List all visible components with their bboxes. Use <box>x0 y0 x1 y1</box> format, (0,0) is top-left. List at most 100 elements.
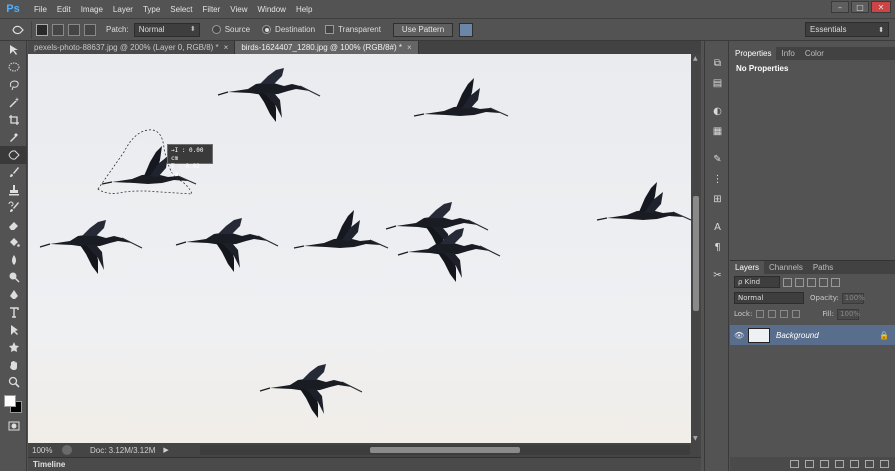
brush-presets-button[interactable]: ⋮ <box>705 169 730 189</box>
paragraph-panel-button[interactable]: ¶ <box>705 237 730 257</box>
layer-mask-icon[interactable] <box>820 460 829 468</box>
lock-all-icon[interactable] <box>792 310 801 318</box>
actions-panel-button[interactable]: ▤ <box>705 73 730 93</box>
destination-radio[interactable] <box>262 25 272 34</box>
close-icon[interactable]: × <box>407 43 412 52</box>
pattern-picker[interactable] <box>459 22 474 37</box>
scroll-down-icon[interactable]: ▼ <box>693 435 698 442</box>
use-pattern-button[interactable]: Use Pattern <box>392 22 454 37</box>
tab-info[interactable]: Info <box>776 47 799 60</box>
menu-filter[interactable]: Filter <box>198 0 226 19</box>
history-panel-button[interactable]: ⧉ <box>705 53 730 73</box>
zoom-tool[interactable] <box>0 374 27 392</box>
patch-mode-select[interactable]: Normal ⬍ <box>133 22 200 37</box>
menu-file[interactable]: File <box>29 0 52 19</box>
path-selection-tool[interactable] <box>0 321 27 339</box>
new-selection-button[interactable] <box>36 23 48 36</box>
menu-layer[interactable]: Layer <box>108 0 138 19</box>
adjustments-panel-button[interactable]: ◐ <box>705 101 730 121</box>
tool-presets-button[interactable]: ✂ <box>705 265 730 285</box>
tab-birds[interactable]: birds-1624407_1280.jpg @ 100% (RGB/8#) *… <box>235 41 419 54</box>
new-layer-icon[interactable] <box>865 460 874 468</box>
shape-tool[interactable] <box>0 339 27 357</box>
vertical-scroll-thumb[interactable] <box>693 196 699 311</box>
horizontal-scroll-thumb[interactable] <box>370 447 520 453</box>
layer-row-background[interactable]: 👁 Background 🔒 <box>730 325 895 345</box>
zoom-level[interactable]: 100% <box>28 446 58 455</box>
tab-channels[interactable]: Channels <box>764 261 808 274</box>
close-icon[interactable]: × <box>224 43 229 52</box>
opacity-input[interactable]: 100% <box>841 292 865 304</box>
eraser-tool[interactable] <box>0 216 27 234</box>
tab-layers[interactable]: Layers <box>730 261 765 274</box>
fill-input[interactable]: 100% <box>837 308 860 320</box>
scroll-up-icon[interactable]: ▲ <box>693 55 698 62</box>
source-radio[interactable] <box>211 25 221 34</box>
document-canvas[interactable] <box>28 54 691 443</box>
move-tool[interactable] <box>0 41 27 59</box>
lock-transparent-icon[interactable] <box>756 310 765 318</box>
lock-position-icon[interactable] <box>780 310 789 318</box>
tool-preset-picker[interactable] <box>4 20 32 39</box>
filter-smart-icon[interactable] <box>831 277 840 287</box>
lock-pixels-icon[interactable] <box>768 310 777 318</box>
layer-name[interactable]: Background <box>776 331 819 340</box>
foreground-color[interactable] <box>4 395 16 407</box>
menu-help[interactable]: Help <box>291 0 317 19</box>
status-info-icon[interactable] <box>62 445 72 455</box>
delete-layer-icon[interactable] <box>880 460 889 468</box>
paint-bucket-tool[interactable] <box>0 234 27 252</box>
quick-mask-button[interactable] <box>0 417 27 435</box>
eyedropper-tool[interactable] <box>0 129 27 147</box>
blur-tool[interactable] <box>0 251 27 269</box>
workspace-select[interactable]: Essentials ⬍ <box>805 22 889 37</box>
character-panel-button[interactable]: A <box>705 217 730 237</box>
minimize-button[interactable]: – <box>831 1 849 13</box>
dodge-tool[interactable] <box>0 269 27 287</box>
tab-properties[interactable]: Properties <box>730 47 777 60</box>
horizontal-scrollbar[interactable] <box>200 445 690 455</box>
type-tool[interactable] <box>0 304 27 322</box>
magic-wand-tool[interactable] <box>0 94 27 112</box>
layer-kind-select[interactable]: ρ Kind <box>734 276 780 288</box>
brush-panel-button[interactable]: ✎ <box>705 149 730 169</box>
clone-source-button[interactable]: ⊞ <box>705 189 730 209</box>
tab-color[interactable]: Color <box>800 47 829 60</box>
timeline-panel-tab[interactable]: Timeline <box>28 457 701 471</box>
marquee-tool[interactable] <box>0 59 27 77</box>
tab-pexels-photo[interactable]: pexels-photo-88637.jpg @ 200% (Layer 0, … <box>28 41 236 54</box>
menu-view[interactable]: View <box>225 0 252 19</box>
menu-image[interactable]: Image <box>76 0 108 19</box>
history-brush-tool[interactable] <box>0 199 27 217</box>
lasso-tool[interactable] <box>0 76 27 94</box>
crop-tool[interactable] <box>0 111 27 129</box>
subtract-selection-button[interactable] <box>68 23 80 36</box>
link-layers-icon[interactable] <box>790 460 799 468</box>
close-button[interactable]: ✕ <box>871 1 891 13</box>
tab-paths[interactable]: Paths <box>808 261 838 274</box>
filter-adjustment-icon[interactable] <box>795 277 804 287</box>
menu-edit[interactable]: Edit <box>52 0 76 19</box>
status-menu-arrow[interactable]: ▶ <box>163 446 168 454</box>
maximize-button[interactable]: □ <box>851 1 869 13</box>
layer-style-icon[interactable] <box>805 460 814 468</box>
pen-tool[interactable] <box>0 286 27 304</box>
eye-icon[interactable]: 👁 <box>734 331 744 340</box>
vertical-scrollbar[interactable]: ▲ ▼ <box>691 54 701 443</box>
brush-tool[interactable] <box>0 164 27 182</box>
filter-type-icon[interactable] <box>807 277 816 287</box>
intersect-selection-button[interactable] <box>84 23 96 36</box>
swatches-panel-button[interactable]: ▦ <box>705 121 730 141</box>
add-selection-button[interactable] <box>52 23 64 36</box>
blend-mode-select[interactable]: Normal <box>734 292 804 304</box>
transparent-checkbox[interactable] <box>325 25 335 34</box>
menu-window[interactable]: Window <box>253 0 291 19</box>
healing-tool[interactable] <box>0 146 27 164</box>
menu-select[interactable]: Select <box>165 0 197 19</box>
filter-shape-icon[interactable] <box>819 277 828 287</box>
hand-tool[interactable] <box>0 356 27 374</box>
filter-pixel-icon[interactable] <box>783 277 792 287</box>
adjustment-layer-icon[interactable] <box>835 460 844 468</box>
menu-type[interactable]: Type <box>138 0 165 19</box>
new-group-icon[interactable] <box>850 460 859 468</box>
